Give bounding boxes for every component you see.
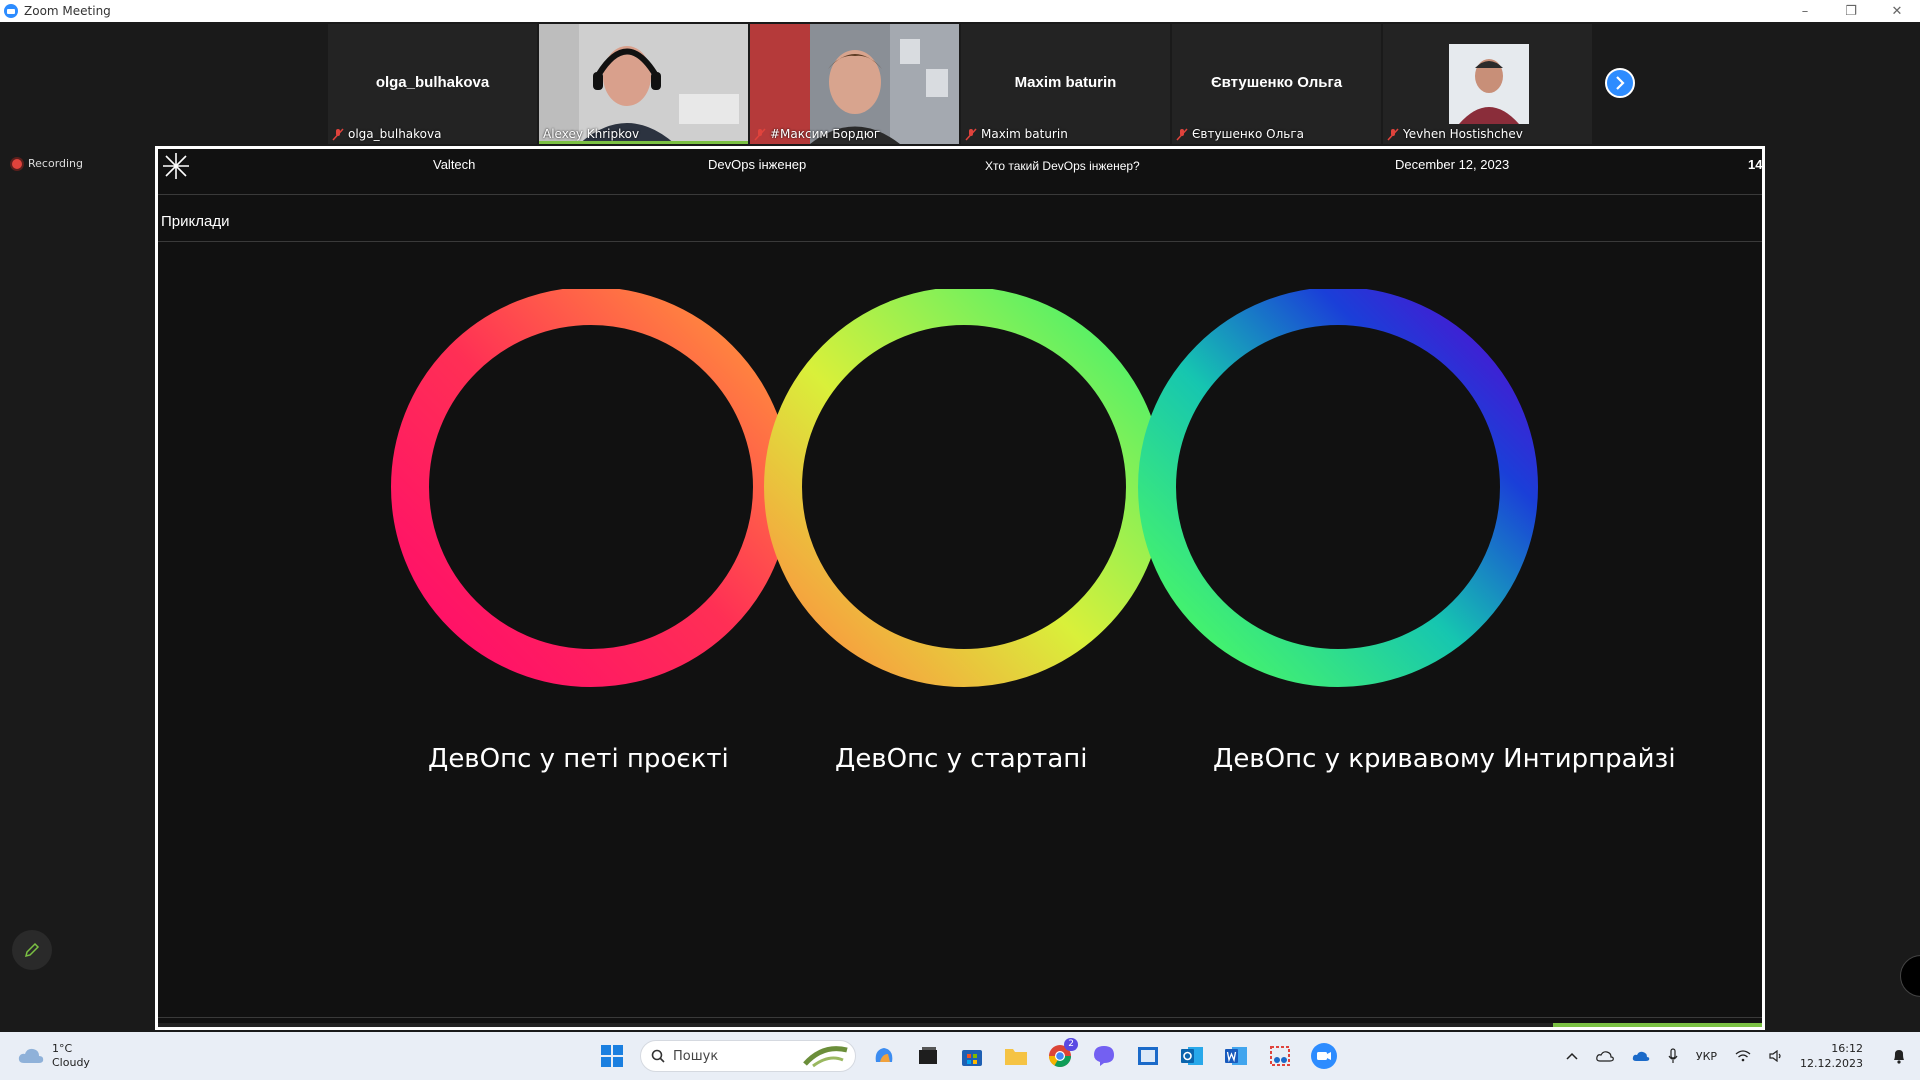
- windows-logo-icon: [601, 1045, 623, 1067]
- pencil-icon: [24, 942, 40, 958]
- microphone-icon[interactable]: [1668, 1048, 1678, 1064]
- search-highlight-icon: [803, 1046, 848, 1068]
- recording-icon: [12, 158, 22, 169]
- restore-button[interactable]: ❐: [1828, 0, 1874, 22]
- ring-label-pet-project: ДевОпс у петі проєкті: [428, 744, 729, 774]
- search-placeholder: Пошук: [673, 1048, 719, 1064]
- notification-bell-icon[interactable]: [1892, 1048, 1906, 1064]
- wifi-icon[interactable]: [1735, 1050, 1751, 1062]
- muted-mic-icon: [1387, 127, 1399, 141]
- side-panel-toggle[interactable]: [1900, 955, 1920, 997]
- muted-mic-icon: [332, 127, 344, 141]
- slide-header: Valtech DevOps інженер Хто такий DevOps …: [158, 149, 1762, 197]
- minimize-button[interactable]: –: [1782, 0, 1828, 22]
- start-button[interactable]: [594, 1038, 630, 1074]
- chrome-icon[interactable]: 2: [1042, 1038, 1078, 1074]
- chrome-badge: 2: [1064, 1038, 1078, 1051]
- participant-gallery: olga_bulhakova olga_bulhakova Alexey Khr…: [328, 24, 1594, 144]
- clock-date: 12.12.2023: [1800, 1057, 1863, 1070]
- chevron-up-icon[interactable]: [1566, 1052, 1578, 1060]
- slide-course: DevOps інженер: [708, 157, 807, 172]
- header-divider: [158, 194, 1762, 195]
- weather-condition: Cloudy: [52, 1056, 90, 1069]
- search-icon: [651, 1049, 665, 1063]
- slide-section-title: Приклади: [161, 213, 230, 230]
- cloud-icon: [18, 1048, 44, 1063]
- copilot-icon[interactable]: [866, 1038, 902, 1074]
- zoom-app-icon: [4, 4, 18, 18]
- ring-label-enterprise: ДевОпс у кривавому Интирпрайзі: [1213, 744, 1676, 774]
- participant-video: [750, 24, 959, 144]
- participant-tile[interactable]: Yevhen Hostishchev: [1383, 24, 1592, 144]
- participant-tag: #Максим Бордюг: [754, 127, 880, 141]
- participant-avatar-photo: [1383, 24, 1592, 144]
- recording-indicator[interactable]: Recording: [12, 157, 83, 170]
- window-title: Zoom Meeting: [24, 4, 111, 18]
- close-button[interactable]: ✕: [1874, 0, 1920, 22]
- ring-startup: [764, 289, 1164, 687]
- weather-widget[interactable]: 1°C Cloudy: [18, 1042, 90, 1070]
- clock-time: 16:12: [1831, 1042, 1863, 1055]
- slide-progress-bar: [158, 1023, 1762, 1027]
- remote-desktop-icon[interactable]: [1130, 1038, 1166, 1074]
- slide-topic: Хто такий DevOps інженер?: [985, 159, 1140, 173]
- gallery-next-button[interactable]: [1605, 68, 1635, 98]
- onedrive-icon[interactable]: [1596, 1050, 1614, 1062]
- zoom-taskbar-icon[interactable]: [1306, 1038, 1342, 1074]
- muted-mic-icon: [1176, 127, 1188, 141]
- participant-tag: olga_bulhakova: [332, 127, 441, 141]
- three-rings-graphic: [391, 289, 1538, 687]
- windows-taskbar: 1°C Cloudy Пошук 2 УКР 16:12 12.12.2023: [0, 1032, 1920, 1080]
- snipping-tool-icon[interactable]: [1262, 1038, 1298, 1074]
- participant-tile[interactable]: Maxim baturin Maxim baturin: [961, 24, 1170, 144]
- participant-tag: Yevhen Hostishchev: [1387, 127, 1523, 141]
- participant-tile[interactable]: Євтушенко Ольга Євтушенко Ольга: [1172, 24, 1381, 144]
- slide-company: Valtech: [433, 157, 476, 172]
- ring-label-startup: ДевОпс у стартапі: [835, 744, 1088, 774]
- muted-mic-icon: [965, 127, 977, 141]
- slide-page-number: 14: [1748, 157, 1763, 172]
- slide-date: December 12, 2023: [1395, 157, 1510, 172]
- participant-tile-active-speaker[interactable]: Alexey Khripkov: [539, 24, 748, 144]
- word-icon[interactable]: [1218, 1038, 1254, 1074]
- participant-tag: Євтушенко Ольга: [1176, 127, 1304, 141]
- recording-label: Recording: [28, 157, 84, 170]
- ring-pet-project: [391, 289, 791, 687]
- participant-name: olga_bulhakova: [375, 74, 490, 91]
- section-divider: [158, 241, 1762, 242]
- task-view-icon[interactable]: [910, 1038, 946, 1074]
- store-icon[interactable]: [954, 1038, 990, 1074]
- file-explorer-icon[interactable]: [998, 1038, 1034, 1074]
- participant-name: Євтушенко Ольга: [1210, 74, 1343, 91]
- footer-divider: [158, 1017, 1762, 1018]
- participant-tag: Maxim baturin: [965, 127, 1068, 141]
- input-language[interactable]: УКР: [1696, 1050, 1717, 1063]
- muted-mic-icon: [754, 127, 766, 141]
- system-tray: УКР 16:12 12.12.2023: [1557, 1032, 1920, 1080]
- annotate-button[interactable]: [12, 930, 52, 970]
- participant-tile[interactable]: #Максим Бордюг: [750, 24, 959, 144]
- participant-video: [539, 24, 748, 144]
- taskbar-search[interactable]: Пошук: [640, 1040, 856, 1072]
- chevron-right-icon: [1616, 76, 1625, 90]
- title-bar: Zoom Meeting – ❐ ✕: [0, 0, 1920, 22]
- ring-enterprise: [1138, 289, 1538, 687]
- weather-temp: 1°C: [52, 1042, 73, 1055]
- outlook-icon[interactable]: [1174, 1038, 1210, 1074]
- onedrive-sync-icon[interactable]: [1632, 1050, 1650, 1062]
- slide-progress-fill: [1553, 1023, 1762, 1027]
- viber-icon[interactable]: [1086, 1038, 1122, 1074]
- volume-icon[interactable]: [1769, 1050, 1783, 1062]
- participant-tile[interactable]: olga_bulhakova olga_bulhakova: [328, 24, 537, 144]
- taskbar-clock[interactable]: 16:12 12.12.2023: [1800, 1041, 1863, 1071]
- participant-tag: Alexey Khripkov: [543, 127, 640, 141]
- participant-name: Maxim baturin: [1014, 74, 1117, 91]
- shared-screen: Valtech DevOps інженер Хто такий DevOps …: [155, 146, 1765, 1030]
